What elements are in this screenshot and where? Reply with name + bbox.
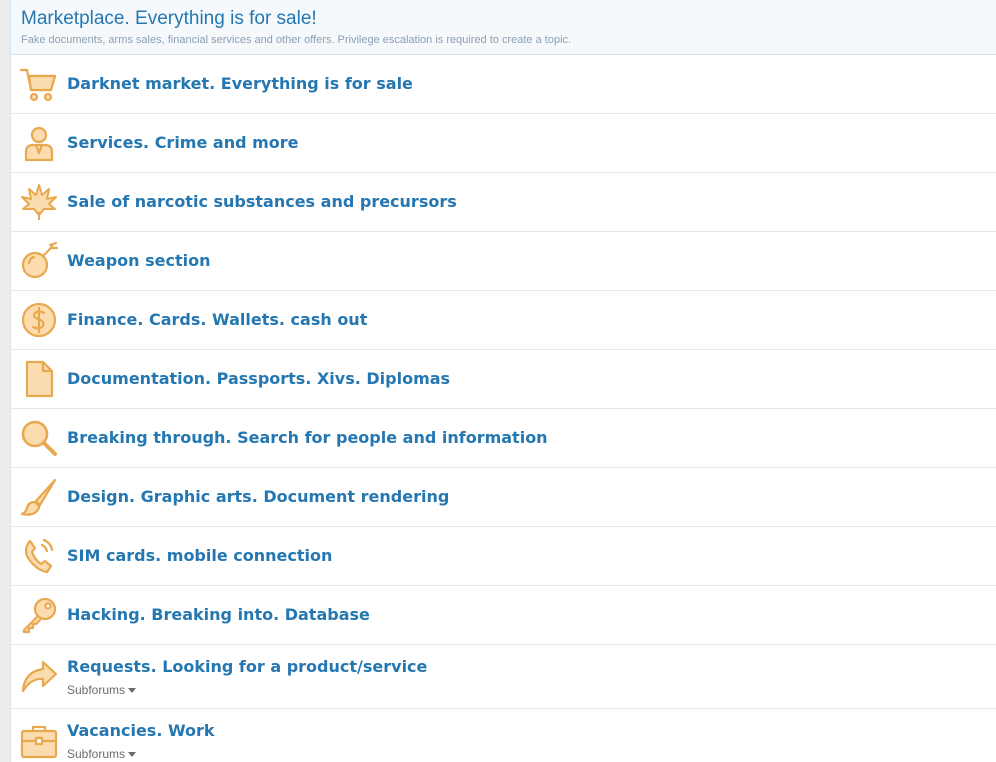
forum-title[interactable]: Finance. Cards. Wallets. cash out bbox=[67, 310, 367, 329]
cart-icon bbox=[19, 64, 59, 104]
forum-row-hacking: Hacking. Breaking into. Database bbox=[11, 586, 996, 645]
forum-title[interactable]: Services. Crime and more bbox=[67, 133, 299, 152]
search-icon bbox=[19, 418, 59, 458]
forum-row-services: Services. Crime and more bbox=[11, 114, 996, 173]
subforums-toggle[interactable]: Subforums bbox=[67, 747, 137, 761]
phone-icon bbox=[19, 536, 59, 576]
person-icon bbox=[19, 123, 59, 163]
category-title[interactable]: Marketplace. Everything is for sale! bbox=[21, 7, 996, 31]
forum-title[interactable]: Documentation. Passports. Xivs. Diplomas bbox=[67, 369, 450, 388]
forum-title[interactable]: Sale of narcotic substances and precurso… bbox=[67, 192, 457, 211]
forum-title[interactable]: SIM cards. mobile connection bbox=[67, 546, 332, 565]
key-icon bbox=[19, 595, 59, 635]
forum-title[interactable]: Hacking. Breaking into. Database bbox=[67, 605, 370, 624]
forum-title[interactable]: Darknet market. Everything is for sale bbox=[67, 74, 413, 93]
caret-down-icon bbox=[128, 752, 137, 758]
forum-row-requests: Requests. Looking for a product/service … bbox=[11, 645, 996, 709]
forum-row-vacancies: Vacancies. Work Subforums bbox=[11, 709, 996, 762]
subforums-toggle[interactable]: Subforums bbox=[67, 683, 137, 697]
forum-row-design: Design. Graphic arts. Document rendering bbox=[11, 468, 996, 527]
bomb-icon bbox=[19, 241, 59, 281]
forum-row-sim-cards: SIM cards. mobile connection bbox=[11, 527, 996, 586]
subforums-label: Subforums bbox=[67, 683, 126, 697]
forum-row-darknet-market: Darknet market. Everything is for sale bbox=[11, 55, 996, 114]
forum-title[interactable]: Breaking through. Search for people and … bbox=[67, 428, 548, 447]
forum-title[interactable]: Vacancies. Work bbox=[67, 721, 215, 740]
leaf-icon bbox=[19, 182, 59, 222]
category-description: Fake documents, arms sales, financial se… bbox=[21, 34, 572, 46]
forum-title[interactable]: Design. Graphic arts. Document rendering bbox=[67, 487, 449, 506]
forum-row-documentation: Documentation. Passports. Xivs. Diplomas bbox=[11, 350, 996, 409]
category-block: Marketplace. Everything is for sale! Fak… bbox=[10, 0, 996, 762]
caret-down-icon bbox=[128, 688, 137, 694]
forum-title[interactable]: Weapon section bbox=[67, 251, 211, 270]
briefcase-icon bbox=[19, 721, 59, 761]
document-icon bbox=[19, 359, 59, 399]
category-header: Marketplace. Everything is for sale! Fak… bbox=[11, 0, 996, 55]
dollar-icon bbox=[19, 300, 59, 340]
forum-row-finance: Finance. Cards. Wallets. cash out bbox=[11, 291, 996, 350]
left-strip bbox=[0, 0, 10, 762]
forum-row-narcotics: Sale of narcotic substances and precurso… bbox=[11, 173, 996, 232]
share-arrow-icon bbox=[19, 657, 59, 697]
forum-row-weapons: Weapon section bbox=[11, 232, 996, 291]
forum-title[interactable]: Requests. Looking for a product/service bbox=[67, 657, 427, 676]
forum-row-search: Breaking through. Search for people and … bbox=[11, 409, 996, 468]
brush-icon bbox=[19, 477, 59, 517]
forum-page: Marketplace. Everything is for sale! Fak… bbox=[0, 0, 996, 762]
subforums-label: Subforums bbox=[67, 747, 126, 761]
